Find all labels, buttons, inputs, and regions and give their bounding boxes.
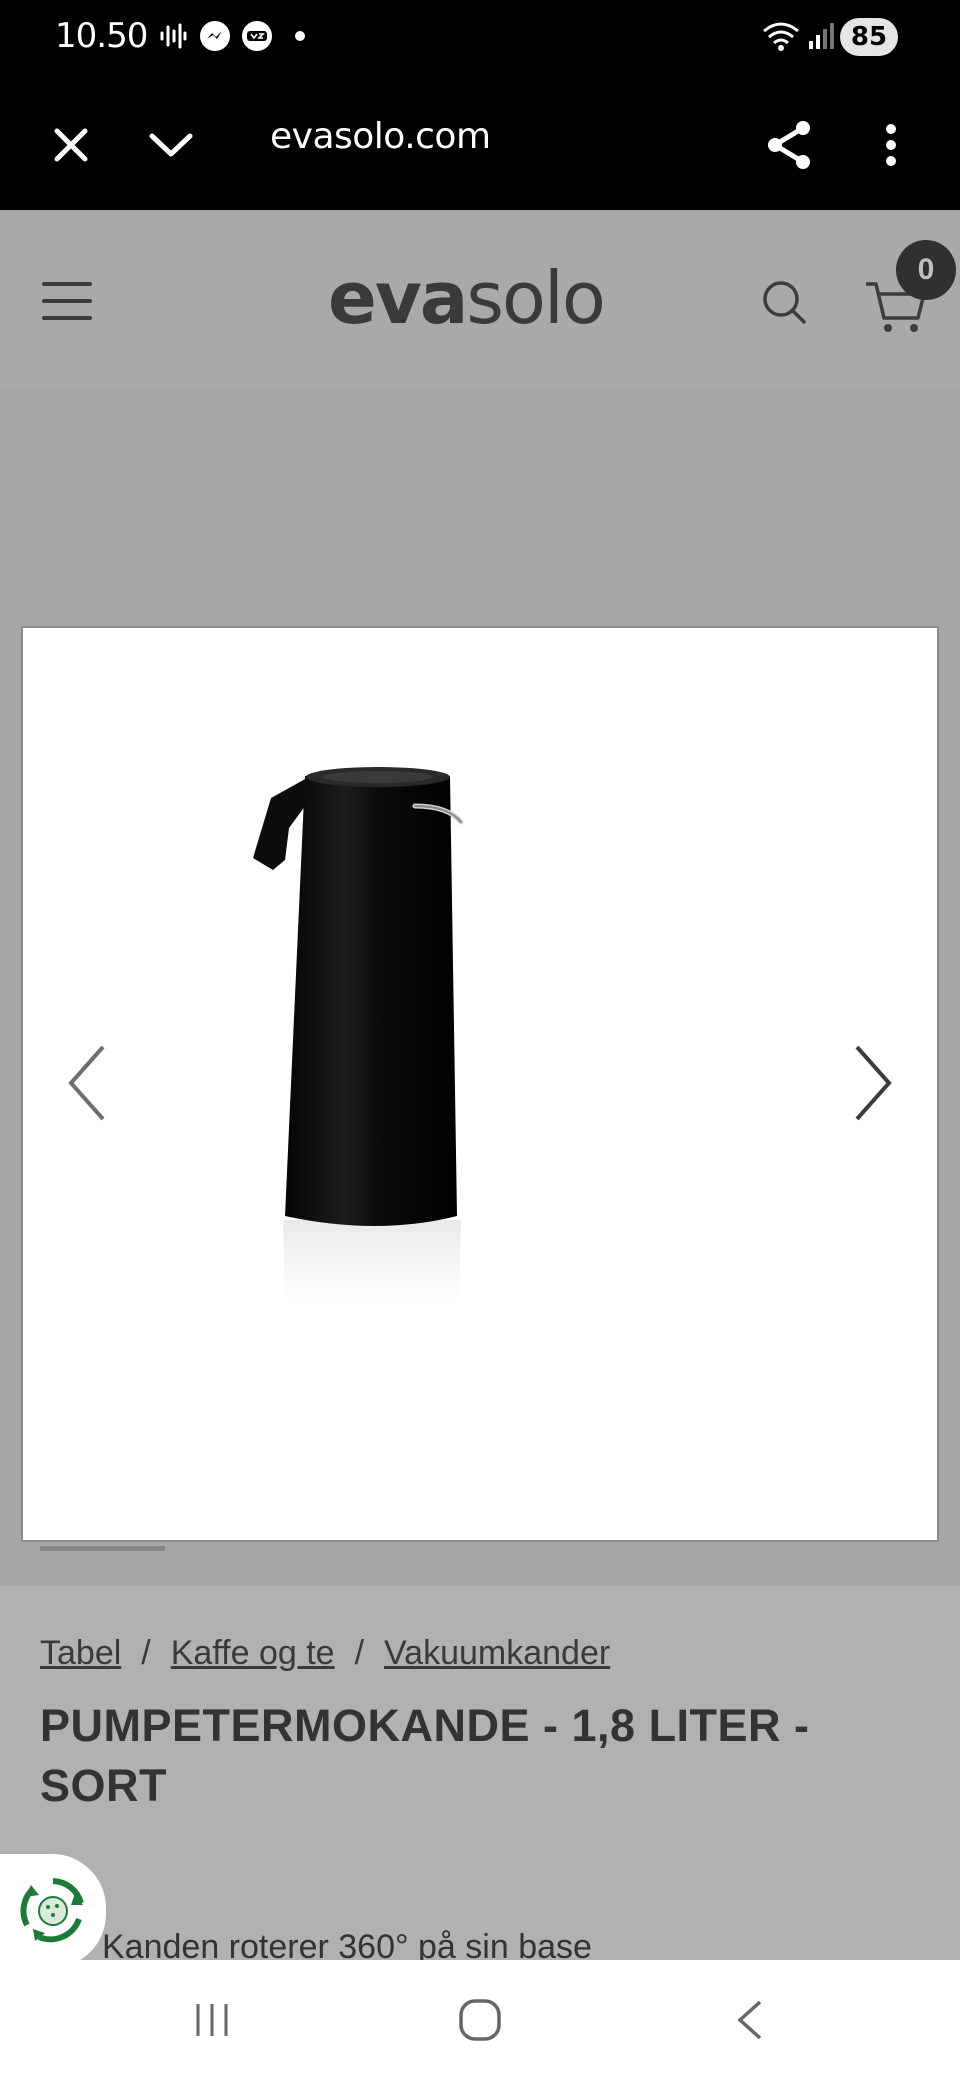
wifi-icon xyxy=(760,18,802,54)
more-vertical-icon xyxy=(886,124,896,166)
breadcrumb-link[interactable]: Vakuumkander xyxy=(384,1634,610,1672)
recycle-icon xyxy=(20,1878,84,1943)
dot-icon xyxy=(292,18,308,54)
previous-image-button[interactable] xyxy=(52,1028,122,1138)
share-icon xyxy=(768,121,810,169)
brand-logo[interactable]: evasolo xyxy=(328,256,606,340)
product-info: Tabel / Kaffe og te / Vakuumkander PUMPETERM… xyxy=(0,1586,960,1966)
chevron-right-icon xyxy=(855,1045,892,1121)
product-gallery xyxy=(0,388,960,1586)
site-header: evasolo 0 xyxy=(0,212,960,388)
next-image-button[interactable] xyxy=(838,1028,908,1138)
status-bar: 10.50 85 xyxy=(0,0,960,76)
status-time: 10.50 xyxy=(55,16,148,56)
gallery-progress-indicator xyxy=(40,1546,165,1551)
chevron-left-icon xyxy=(68,1045,105,1121)
back-icon xyxy=(737,2000,762,2040)
product-title: PUMPETERMOKANDE - 1,8 LITER - SORT xyxy=(40,1700,810,1811)
home-icon xyxy=(459,1999,501,2041)
hamburger-icon xyxy=(42,282,92,286)
chevron-down-icon xyxy=(149,133,193,157)
close-tab-button[interactable] xyxy=(36,110,106,180)
tv2-icon xyxy=(240,18,274,54)
back-button[interactable] xyxy=(710,1990,790,2050)
battery-indicator: 85 xyxy=(840,18,898,56)
breadcrumb: Tabel / Kaffe og te / Vakuumkander xyxy=(40,1634,610,1673)
sustainability-badge-button[interactable] xyxy=(0,1854,106,1968)
url-display[interactable]: evasolo.com xyxy=(270,116,491,157)
more-options-button[interactable] xyxy=(856,110,926,180)
minimize-button[interactable] xyxy=(136,110,206,180)
waveform-icon xyxy=(158,18,188,54)
cart-count-badge: 0 xyxy=(896,240,956,300)
search-button[interactable] xyxy=(756,274,812,330)
system-nav-bar xyxy=(0,1960,960,2080)
home-button[interactable] xyxy=(440,1990,520,2050)
search-icon xyxy=(763,281,806,324)
breadcrumb-separator: / xyxy=(354,1634,365,1672)
recent-apps-icon xyxy=(196,2004,228,2036)
product-image xyxy=(21,626,939,1542)
menu-button[interactable] xyxy=(38,278,96,324)
signal-icon xyxy=(806,18,836,54)
browser-toolbar: evasolo.com xyxy=(0,76,960,210)
close-icon xyxy=(54,128,88,162)
breadcrumb-separator: / xyxy=(141,1634,151,1672)
breadcrumb-link[interactable]: Kaffe og te xyxy=(171,1634,335,1672)
recent-apps-button[interactable] xyxy=(172,1990,252,2050)
messenger-icon xyxy=(198,18,232,54)
breadcrumb-link[interactable]: Tabel xyxy=(40,1634,121,1672)
share-button[interactable] xyxy=(755,110,825,180)
